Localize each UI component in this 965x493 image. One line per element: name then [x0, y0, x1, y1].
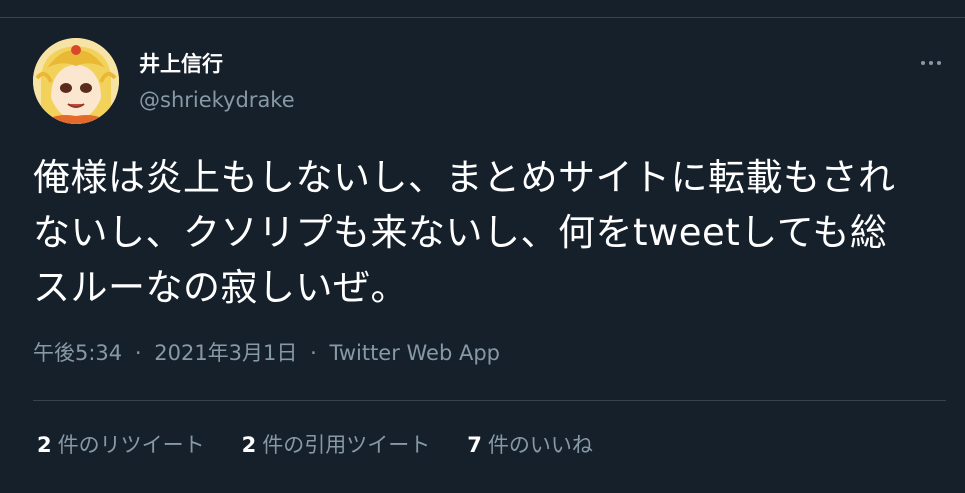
- tweet-text-line: 俺様は炎上もしないし、まとめサイトに転載もされ: [33, 156, 896, 199]
- quotes-count: 2: [241, 433, 257, 457]
- user-handle[interactable]: @shriekydrake: [139, 87, 295, 113]
- tweet-stats: 2 件のリツイート 2 件の引用ツイート 7 件のいいね: [37, 430, 630, 460]
- tweet-text: 俺様は炎上もしないし、まとめサイトに転載もされ ないし、クソリプも来ないし、何を…: [33, 150, 948, 315]
- likes-stat[interactable]: 7 件のいいね: [467, 430, 593, 460]
- meta-separator: ·: [310, 341, 317, 365]
- meta-separator: ·: [134, 341, 142, 365]
- more-dot: [937, 61, 941, 65]
- more-horizontal-icon: [921, 61, 925, 65]
- top-divider: [0, 17, 965, 18]
- more-button[interactable]: [913, 48, 949, 78]
- quotes-stat[interactable]: 2 件の引用ツイート: [242, 430, 431, 460]
- tweet-source[interactable]: Twitter Web App: [329, 341, 500, 365]
- quotes-label: 件の引用ツイート: [262, 433, 431, 457]
- retweets-label: 件のリツイート: [57, 433, 205, 457]
- tweet-text-line: ないし、クソリプも来ないし、何をtweetしても総: [33, 211, 888, 254]
- retweets-count: 2: [37, 433, 52, 457]
- tweet-time[interactable]: 午後5:34: [33, 341, 122, 365]
- avatar[interactable]: [33, 38, 119, 124]
- tweet-date[interactable]: 2021年3月1日: [154, 341, 297, 365]
- tweet-meta: 午後5:34 · 2021年3月1日 · Twitter Web App: [33, 338, 500, 368]
- likes-count: 7: [467, 433, 482, 457]
- likes-label: 件のいいね: [487, 433, 593, 457]
- tweet-text-line: スルーなの寂しいぜ。: [33, 266, 408, 309]
- retweets-stat[interactable]: 2 件のリツイート: [37, 430, 205, 460]
- more-dot: [929, 61, 933, 65]
- stats-divider: [33, 400, 946, 401]
- avatar-image: [33, 38, 119, 124]
- display-name[interactable]: 井上信行: [139, 50, 223, 78]
